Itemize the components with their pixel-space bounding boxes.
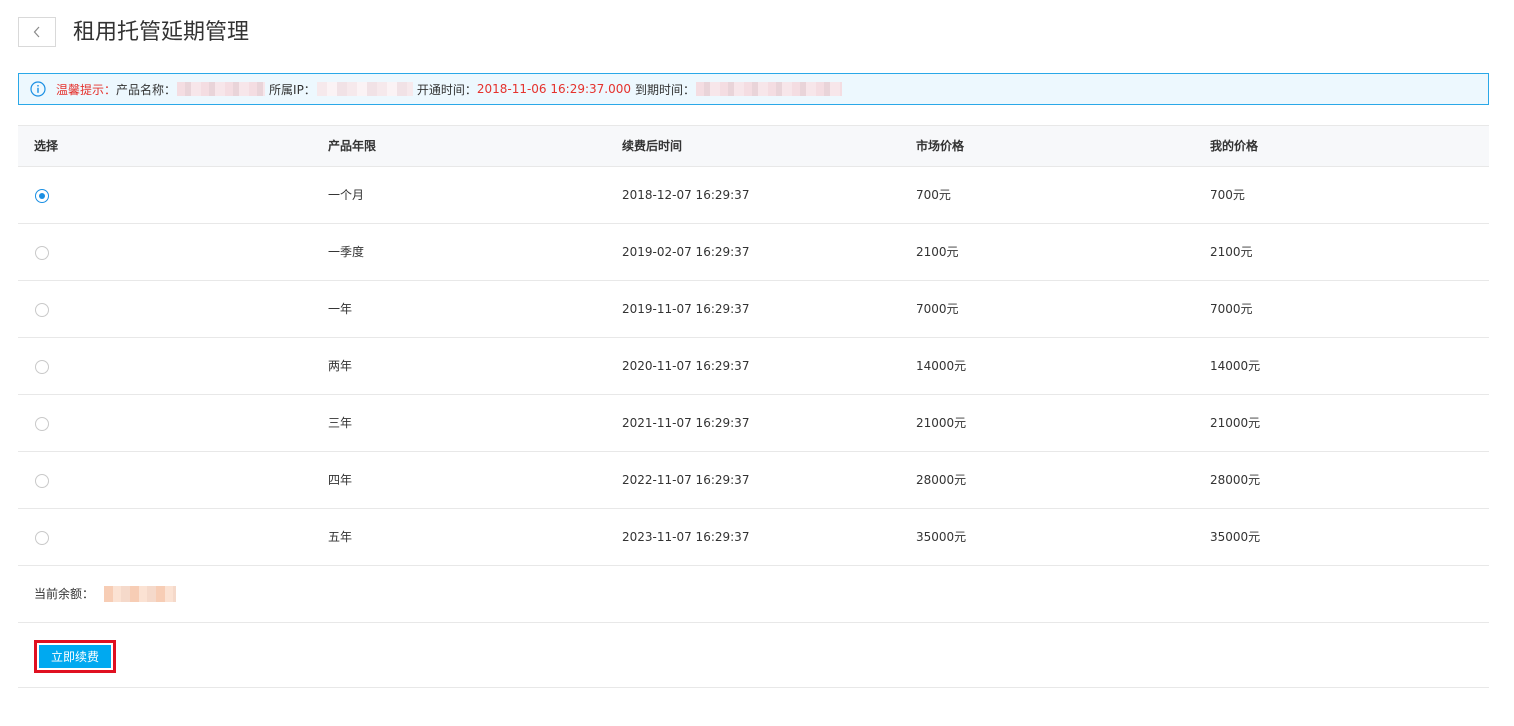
my-price-cell: 35000元 — [1210, 530, 1261, 544]
open-time-label: 开通时间： — [416, 82, 477, 97]
column-header-market-price: 市场价格 — [916, 139, 965, 153]
back-button[interactable] — [18, 17, 56, 47]
info-icon — [30, 81, 46, 97]
table-row[interactable]: 一季度 2019-02-07 16:29:37 2100元 2100元 — [18, 224, 1489, 281]
notice-prefix: 温馨提示： — [56, 82, 117, 97]
market-price-cell: 28000元 — [916, 473, 967, 487]
ip-label: 所属IP： — [269, 82, 316, 97]
term-cell: 一季度 — [328, 245, 365, 259]
market-price-cell: 7000元 — [916, 302, 959, 316]
term-radio[interactable] — [35, 246, 49, 260]
balance-row: 当前余额： — [18, 566, 1489, 623]
product-name-value-redacted — [177, 82, 266, 96]
product-name-label: 产品名称： — [116, 82, 177, 97]
balance-label: 当前余额： — [34, 587, 95, 601]
action-row: 立即续费 — [18, 623, 1489, 688]
renew-time-cell: 2021-11-07 16:29:37 — [622, 416, 750, 430]
my-price-cell: 14000元 — [1210, 359, 1261, 373]
table-row[interactable]: 五年 2023-11-07 16:29:37 35000元 35000元 — [18, 509, 1489, 566]
table-row[interactable]: 一年 2019-11-07 16:29:37 7000元 7000元 — [18, 281, 1489, 338]
chevron-left-icon — [33, 26, 41, 38]
term-radio[interactable] — [35, 417, 49, 431]
column-header-renew-time: 续费后时间 — [622, 139, 683, 153]
ip-value-redacted — [316, 82, 413, 96]
page-title: 租用托管延期管理 — [73, 20, 250, 45]
table-row[interactable]: 四年 2022-11-07 16:29:37 28000元 28000元 — [18, 452, 1489, 509]
expire-time-label: 到期时间： — [635, 82, 696, 97]
my-price-cell: 28000元 — [1210, 473, 1261, 487]
renew-time-cell: 2019-11-07 16:29:37 — [622, 302, 750, 316]
notice-bar: 温馨提示： 产品名称： 所属IP： 开通时间： 2018-11-06 16:29… — [18, 73, 1489, 105]
market-price-cell: 700元 — [916, 188, 951, 202]
renew-time-cell: 2019-02-07 16:29:37 — [622, 245, 750, 259]
my-price-cell: 2100元 — [1210, 245, 1253, 259]
renew-time-cell: 2023-11-07 16:29:37 — [622, 530, 750, 544]
my-price-cell: 7000元 — [1210, 302, 1253, 316]
market-price-cell: 21000元 — [916, 416, 967, 430]
term-radio[interactable] — [35, 303, 49, 317]
renewal-table: 选择 产品年限 续费后时间 市场价格 我的价格 一个月 2018-12-07 1… — [18, 125, 1489, 688]
open-time-value: 2018-11-06 16:29:37.000 — [476, 82, 631, 96]
term-cell: 五年 — [328, 530, 353, 544]
term-radio[interactable] — [35, 474, 49, 488]
table-row[interactable]: 一个月 2018-12-07 16:29:37 700元 700元 — [18, 167, 1489, 224]
column-header-term: 产品年限 — [328, 139, 377, 153]
market-price-cell: 14000元 — [916, 359, 967, 373]
market-price-cell: 35000元 — [916, 530, 967, 544]
column-header-my-price: 我的价格 — [1210, 139, 1259, 153]
renew-time-cell: 2020-11-07 16:29:37 — [622, 359, 750, 373]
renew-now-button[interactable]: 立即续费 — [39, 645, 111, 668]
renew-time-cell: 2022-11-07 16:29:37 — [622, 473, 750, 487]
term-radio[interactable] — [35, 531, 49, 545]
table-row[interactable]: 三年 2021-11-07 16:29:37 21000元 21000元 — [18, 395, 1489, 452]
term-cell: 三年 — [328, 416, 353, 430]
market-price-cell: 2100元 — [916, 245, 959, 259]
renew-button-highlight: 立即续费 — [34, 640, 116, 673]
term-cell: 两年 — [328, 359, 353, 373]
table-header: 选择 产品年限 续费后时间 市场价格 我的价格 — [18, 125, 1489, 167]
my-price-cell: 700元 — [1210, 188, 1245, 202]
my-price-cell: 21000元 — [1210, 416, 1261, 430]
column-header-select: 选择 — [34, 139, 59, 153]
renew-time-cell: 2018-12-07 16:29:37 — [622, 188, 750, 202]
balance-value-redacted — [104, 586, 176, 602]
term-radio[interactable] — [35, 360, 49, 374]
term-cell: 一年 — [328, 302, 353, 316]
term-cell: 一个月 — [328, 188, 365, 202]
term-radio[interactable] — [35, 189, 49, 203]
expire-time-value-redacted — [696, 82, 843, 96]
table-row[interactable]: 两年 2020-11-07 16:29:37 14000元 14000元 — [18, 338, 1489, 395]
term-cell: 四年 — [328, 473, 353, 487]
